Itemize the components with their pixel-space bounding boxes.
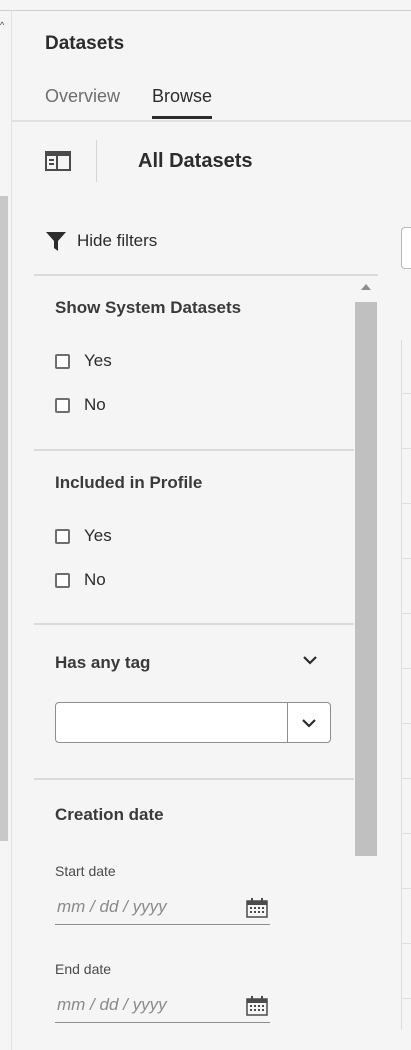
filter-section-title: Creation date <box>55 805 164 824</box>
scroll-up-icon[interactable] <box>361 284 371 290</box>
option-label: No <box>84 570 106 589</box>
tab-overview[interactable]: Overview <box>45 86 120 119</box>
calendar-icon[interactable] <box>246 898 268 918</box>
window-top-border <box>0 10 411 11</box>
end-date-placeholder: mm / dd / yyyy <box>57 995 167 1014</box>
page-title: Datasets <box>45 33 125 54</box>
panel-toggle-icon[interactable] <box>45 151 71 171</box>
checkbox[interactable] <box>55 572 70 588</box>
system-datasets-no-option[interactable]: No <box>55 395 106 415</box>
system-datasets-yes-option[interactable]: Yes <box>55 351 112 371</box>
tab-browse[interactable]: Browse <box>152 86 213 119</box>
header-divider <box>96 140 97 182</box>
checkbox[interactable] <box>55 353 70 369</box>
table-row[interactable] <box>401 778 411 779</box>
table-row[interactable] <box>401 888 411 889</box>
included-in-profile-yes-option[interactable]: Yes <box>55 526 112 546</box>
filter-section-title: Included in Profile <box>55 473 203 492</box>
tag-input[interactable] <box>56 703 294 744</box>
tab-bar: Overview Browse <box>45 86 213 119</box>
tabs-underline <box>12 120 411 122</box>
chevron-down-icon[interactable] <box>302 654 318 666</box>
tag-dropdown-button[interactable] <box>287 703 330 742</box>
left-scroll-up-icon[interactable]: ^ <box>0 20 4 30</box>
filter-section-title: Show System Datasets <box>55 298 242 317</box>
filter-creation-date: Creation date Start date mm / dd / yyyy … <box>34 780 354 1050</box>
hide-filters-label: Hide filters <box>77 231 158 250</box>
filter-icon <box>46 232 66 251</box>
filter-scrollbar-thumb[interactable] <box>355 302 377 856</box>
table-row[interactable] <box>401 943 411 944</box>
start-date-placeholder: mm / dd / yyyy <box>57 897 167 916</box>
browse-title: All Datasets <box>138 150 253 172</box>
table-row[interactable] <box>401 503 411 504</box>
filter-panel: Show System Datasets Yes No Included in … <box>34 276 354 1050</box>
option-label: Yes <box>84 526 112 545</box>
chevron-down-icon <box>302 718 316 728</box>
filter-section-title: Has any tag <box>55 653 151 672</box>
table-row[interactable] <box>401 668 411 669</box>
option-label: No <box>84 395 106 414</box>
hide-filters-button[interactable]: Hide filters <box>45 230 157 252</box>
table-row[interactable] <box>401 448 411 449</box>
tag-combobox[interactable] <box>55 702 331 744</box>
table-row[interactable] <box>401 558 411 559</box>
start-date-field[interactable]: mm / dd / yyyy <box>55 890 270 925</box>
end-date-field[interactable]: mm / dd / yyyy <box>55 988 270 1023</box>
table-row[interactable] <box>401 613 411 614</box>
calendar-icon[interactable] <box>246 996 268 1016</box>
end-date-label: End date <box>55 961 112 977</box>
start-date-label: Start date <box>55 863 116 879</box>
search-field-edge[interactable] <box>401 227 411 269</box>
checkbox[interactable] <box>55 528 70 544</box>
option-label: Yes <box>84 351 112 370</box>
dataset-table-edge <box>401 340 411 1030</box>
table-row[interactable] <box>401 998 411 999</box>
filter-system-datasets: Show System Datasets Yes No <box>34 276 354 451</box>
filter-included-in-profile: Included in Profile Yes No <box>34 451 354 625</box>
left-scrollbar-thumb[interactable] <box>0 196 8 841</box>
checkbox[interactable] <box>55 397 70 413</box>
table-row[interactable] <box>401 833 411 834</box>
left-divider <box>11 11 12 1050</box>
table-row[interactable] <box>401 723 411 724</box>
included-in-profile-no-option[interactable]: No <box>55 570 106 590</box>
table-row[interactable] <box>401 393 411 394</box>
